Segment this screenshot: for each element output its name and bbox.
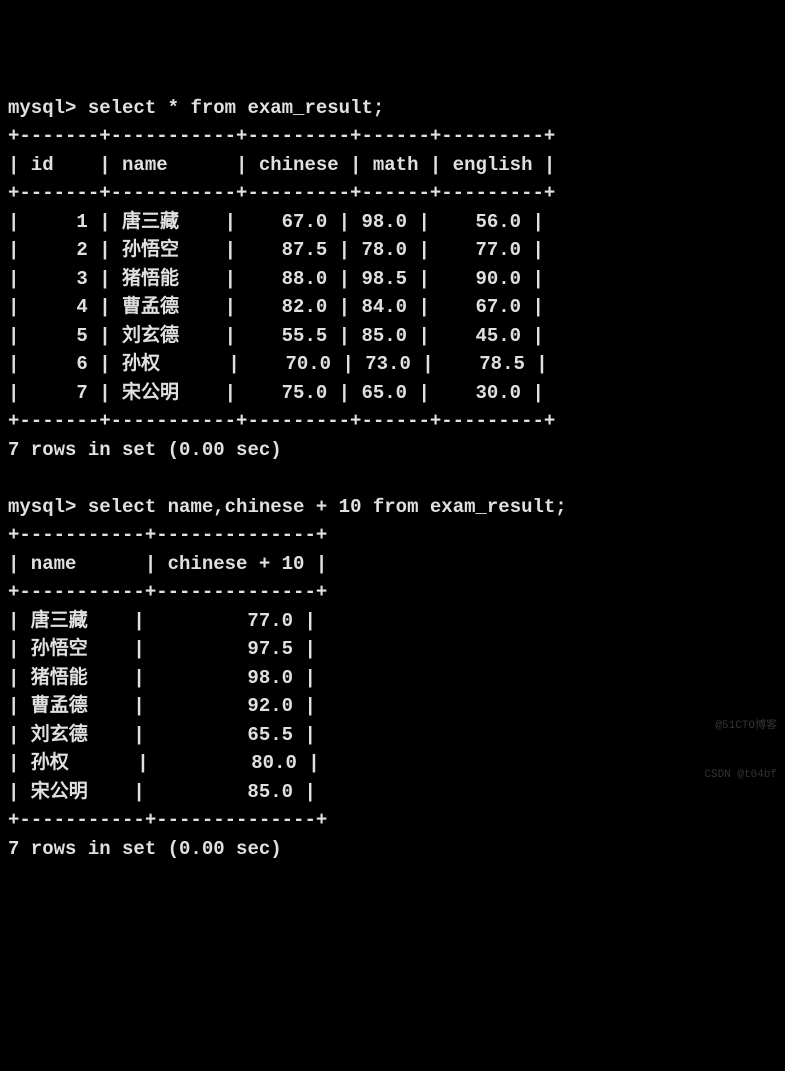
table-row: | 2 | 孙悟空 | 87.5 | 78.0 | 77.0 | <box>8 239 544 261</box>
table-row: | 曹孟德 | 92.0 | <box>8 695 316 717</box>
watermark-line: @51CTO博客 <box>704 718 777 735</box>
table-row: | 4 | 曹孟德 | 82.0 | 84.0 | 67.0 | <box>8 296 544 318</box>
table-row: | 猪悟能 | 98.0 | <box>8 667 316 689</box>
table-row: | 刘玄德 | 65.5 | <box>8 724 316 746</box>
table-row: | 6 | 孙权 | 70.0 | 73.0 | 78.5 | <box>8 353 548 375</box>
sql-query: select name,chinese + 10 from exam_resul… <box>88 496 567 518</box>
terminal-output: mysql> select * from exam_result; +-----… <box>8 94 777 864</box>
table-row: | 3 | 猪悟能 | 88.0 | 98.5 | 90.0 | <box>8 268 544 290</box>
table-border: +-------+-----------+---------+------+--… <box>8 410 555 432</box>
watermark: @51CTO博客 CSDN @t04bf <box>704 685 777 801</box>
table-border: +-----------+--------------+ <box>8 524 327 546</box>
sql-query: select * from exam_result; <box>88 97 384 119</box>
table-row: | 孙悟空 | 97.5 | <box>8 638 316 660</box>
table-border: +-----------+--------------+ <box>8 809 327 831</box>
table-row: | 7 | 宋公明 | 75.0 | 65.0 | 30.0 | <box>8 382 544 404</box>
table-header: | name | chinese + 10 | <box>8 553 327 575</box>
table-border: +-----------+--------------+ <box>8 581 327 603</box>
table-row: | 宋公明 | 85.0 | <box>8 781 316 803</box>
query-status: 7 rows in set (0.00 sec) <box>8 838 282 860</box>
table-header: | id | name | chinese | math | english | <box>8 154 555 176</box>
table-border: +-------+-----------+---------+------+--… <box>8 182 555 204</box>
table-row: | 唐三藏 | 77.0 | <box>8 610 316 632</box>
watermark-line: CSDN @t04bf <box>704 767 777 784</box>
table-border: +-------+-----------+---------+------+--… <box>8 125 555 147</box>
query-status: 7 rows in set (0.00 sec) <box>8 439 282 461</box>
mysql-prompt: mysql> select name,chinese + 10 from exa… <box>8 496 567 518</box>
table-row: | 5 | 刘玄德 | 55.5 | 85.0 | 45.0 | <box>8 325 544 347</box>
table-row: | 1 | 唐三藏 | 67.0 | 98.0 | 56.0 | <box>8 211 544 233</box>
mysql-prompt: mysql> select * from exam_result; <box>8 97 384 119</box>
table-row: | 孙权 | 80.0 | <box>8 752 320 774</box>
